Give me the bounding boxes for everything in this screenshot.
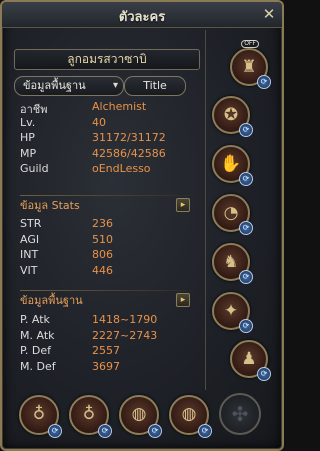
info-row-class: อาชีพ Alchemist bbox=[20, 100, 147, 116]
swap-icon[interactable]: ⟳ bbox=[148, 424, 162, 438]
info-row-hp: HP 31172/31172 bbox=[20, 131, 166, 144]
basic-info-list: อาชีพ Alchemist Lv. 40 HP 31172/31172 MP 425… bbox=[20, 100, 200, 178]
stat-row-int: INT 806 bbox=[20, 248, 113, 261]
empty-equip-slot[interactable]: ✣ bbox=[219, 393, 261, 435]
combat-row-patk: P. Atk 1418~1790 bbox=[20, 313, 158, 326]
chevron-down-icon: ▾ bbox=[112, 80, 118, 91]
equip-slot-helmet[interactable]: ♜ ⟳ bbox=[230, 48, 271, 89]
swap-icon[interactable]: ⟳ bbox=[257, 75, 271, 89]
stat-row-str: STR 236 bbox=[20, 217, 113, 230]
section-divider bbox=[20, 195, 196, 196]
swap-icon[interactable]: ⟳ bbox=[239, 123, 253, 137]
stat-row-agi: AGI 510 bbox=[20, 232, 113, 246]
swap-icon[interactable]: ⟳ bbox=[98, 424, 112, 438]
combat-list: P. Atk 1418~1790 M. Atk 2227~2743 P. Def 25… bbox=[20, 313, 200, 375]
equip-slot-gauntlet[interactable]: ✋ ⟳ bbox=[212, 145, 253, 186]
equip-slot-ring-left[interactable]: ◍ ⟳ bbox=[119, 395, 162, 438]
character-name: ลูกอมรสวาซาบิ bbox=[14, 49, 200, 70]
swap-icon[interactable]: ⟳ bbox=[239, 319, 253, 333]
swap-icon[interactable]: ⟳ bbox=[257, 367, 271, 381]
combat-expand-arrow-icon[interactable]: ▸ bbox=[176, 293, 190, 307]
equip-slot-earring-left[interactable]: ♁ ⟳ bbox=[19, 395, 62, 438]
combat-row-mdef: M. Def 3697 bbox=[20, 359, 120, 373]
swap-icon[interactable]: ⟳ bbox=[239, 270, 253, 284]
empty-slot-icon: ✣ bbox=[231, 402, 249, 426]
swap-icon[interactable]: ⟳ bbox=[239, 172, 253, 186]
equip-slot-boots[interactable]: ♟ ⟳ bbox=[230, 340, 271, 381]
equip-slot-armor[interactable]: ♞ ⟳ bbox=[212, 243, 253, 284]
equip-slot-belt[interactable]: ✦ ⟳ bbox=[212, 292, 253, 333]
info-row-level: Lv. 40 bbox=[20, 115, 106, 129]
combat-section-heading: ข้อมูลพื้นฐาน bbox=[20, 294, 83, 307]
equip-slot-earring-right[interactable]: ♁ ⟳ bbox=[69, 395, 112, 438]
equip-slot-earring[interactable]: ◔ ⟳ bbox=[212, 194, 253, 235]
swap-icon[interactable]: ⟳ bbox=[198, 424, 212, 438]
close-icon[interactable]: ✕ bbox=[260, 5, 278, 23]
title-button[interactable]: Title bbox=[124, 76, 186, 96]
section-divider bbox=[20, 290, 196, 291]
info-dropdown-label: ข้อมูลพื้นฐาน bbox=[23, 79, 86, 92]
window-title: ตัวละคร bbox=[118, 10, 166, 25]
equip-slot-amulet[interactable]: ✪ ⟳ bbox=[212, 96, 253, 137]
stats-expand-arrow-icon[interactable]: ▸ bbox=[176, 198, 190, 212]
equip-slot-ring-right[interactable]: ◍ ⟳ bbox=[169, 395, 212, 438]
info-row-mp: MP 42586/42586 bbox=[20, 146, 166, 160]
combat-row-matk: M. Atk 2227~2743 bbox=[20, 328, 158, 342]
off-toggle-badge[interactable]: OFF bbox=[241, 40, 259, 48]
swap-icon[interactable]: ⟳ bbox=[48, 424, 62, 438]
title-bar[interactable]: ตัวละคร ✕ bbox=[2, 2, 282, 28]
stat-row-vit: VIT 446 bbox=[20, 263, 113, 277]
character-window: ตัวละคร ✕ ลูกอมรสวาซาบิ ข้อมูลพื้นฐาน ▾ … bbox=[0, 0, 284, 451]
stats-list: STR 236 AGI 510 INT 806 VIT 446 bbox=[20, 217, 200, 279]
combat-row-pdef: P. Def 2557 bbox=[20, 344, 120, 357]
info-dropdown[interactable]: ข้อมูลพื้นฐาน ▾ bbox=[14, 76, 124, 96]
swap-icon[interactable]: ⟳ bbox=[239, 221, 253, 235]
info-row-guild: Guild oEndLesso bbox=[20, 162, 151, 175]
stats-section-heading: ข้อมูล Stats bbox=[20, 199, 80, 212]
